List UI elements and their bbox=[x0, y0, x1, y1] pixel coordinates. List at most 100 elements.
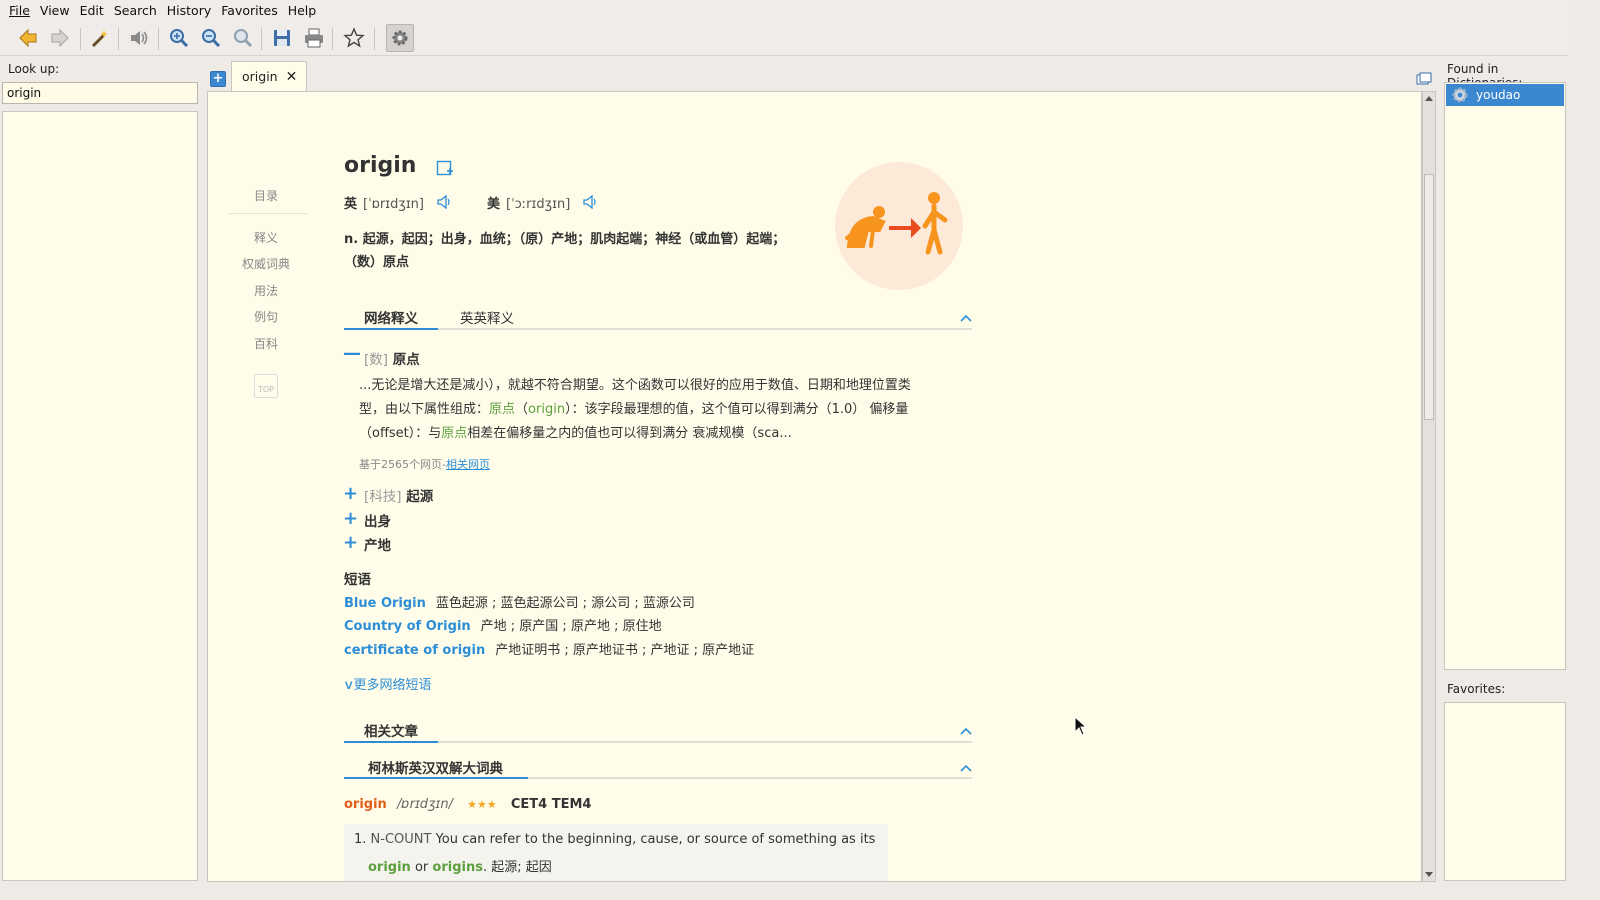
tab-web-definitions[interactable]: 网络释义 bbox=[364, 307, 418, 327]
article-scrollbar[interactable] bbox=[1422, 91, 1436, 882]
menu-search[interactable]: Search bbox=[109, 3, 162, 18]
nav-usage[interactable]: 用法 bbox=[236, 282, 296, 299]
word-list[interactable] bbox=[2, 111, 198, 881]
phrases-title: 短语 bbox=[344, 572, 371, 588]
back-to-top-button[interactable]: TOP bbox=[254, 374, 278, 398]
definition-line: origin or origins. 起源; 起因 bbox=[368, 856, 552, 875]
expand-icon[interactable]: + bbox=[343, 508, 358, 529]
add-wordbook-icon[interactable] bbox=[436, 159, 454, 177]
uk-phonetic: 英 [ˈɒrɪdʒɪn] bbox=[344, 193, 424, 212]
gear-icon bbox=[1452, 87, 1468, 103]
phrase-en-link[interactable]: Country of Origin bbox=[344, 619, 471, 634]
collapse-chevron-icon[interactable] bbox=[960, 314, 972, 322]
sense-tag: [数] bbox=[364, 352, 389, 368]
nav-definitions[interactable]: 释义 bbox=[236, 229, 296, 246]
menu-favorites[interactable]: Favorites bbox=[216, 3, 282, 18]
paragraph-line: ...无论是增大还是减小），就越不符合期望。这个函数可以很好的应用于数值、日期和… bbox=[359, 378, 911, 393]
tab-selected-indicator bbox=[344, 328, 438, 330]
save-icon bbox=[274, 30, 290, 46]
more-phrases-link[interactable]: ∨更多网络短语 bbox=[343, 674, 432, 693]
def-pos: N-COUNT bbox=[370, 832, 432, 847]
sense-item: [科技] 起源 bbox=[364, 485, 433, 505]
zoom-reset-button[interactable] bbox=[229, 24, 257, 52]
menu-edit[interactable]: Edit bbox=[75, 3, 109, 18]
paragraph-text: 型，由以下属性组成： bbox=[359, 402, 490, 417]
forward-button[interactable] bbox=[46, 24, 74, 52]
collapse-icon[interactable]: — bbox=[343, 343, 361, 364]
dictionary-list bbox=[1444, 82, 1566, 670]
back-icon bbox=[19, 28, 37, 48]
highlight-text: 原点 bbox=[441, 426, 468, 441]
section-indicator bbox=[344, 777, 528, 779]
sense-word: 起源 bbox=[406, 489, 434, 505]
toolbar-separator bbox=[374, 28, 375, 50]
dictionary-name: youdao bbox=[1476, 88, 1521, 102]
search-input[interactable] bbox=[2, 82, 198, 104]
favorite-button[interactable] bbox=[340, 24, 368, 52]
uk-speaker-icon[interactable] bbox=[436, 194, 452, 210]
back-button[interactable] bbox=[14, 24, 42, 52]
nav-authority-dict[interactable]: 权威词典 bbox=[236, 255, 296, 272]
menu-view[interactable]: View bbox=[35, 3, 75, 18]
toolbar-separator bbox=[158, 28, 159, 50]
pronounce-button[interactable] bbox=[125, 24, 153, 52]
paragraph-text: ）：该字段最理想的值，这个值可以得到满分（1.0） 偏移量 bbox=[565, 402, 909, 417]
save-button[interactable] bbox=[268, 24, 296, 52]
menu-history[interactable]: History bbox=[162, 3, 216, 18]
tab-underline bbox=[344, 328, 972, 330]
tab-english-definitions[interactable]: 英英释义 bbox=[460, 307, 514, 327]
menu-file[interactable]: File bbox=[4, 3, 35, 18]
phrase-zh: 产地证明书 ; 原产地证书 ; 产地证 ; 原产地证 bbox=[495, 643, 755, 658]
tabs-list-icon[interactable] bbox=[1416, 72, 1432, 86]
pronounce-icon bbox=[131, 31, 148, 45]
def-text: or bbox=[414, 860, 429, 875]
phrase-en-link[interactable]: certificate of origin bbox=[344, 643, 485, 658]
settings-gear-icon bbox=[392, 30, 408, 46]
us-speaker-icon[interactable] bbox=[582, 194, 598, 210]
paragraph-text: （ bbox=[515, 402, 529, 417]
scroll-down-arrow[interactable] bbox=[1425, 872, 1433, 877]
forward-icon bbox=[51, 28, 69, 48]
us-phonetic: 美 [ˈɔːrɪdʒɪn] bbox=[487, 193, 570, 212]
article-view: 目录 释义 权威词典 用法 例句 百科 TOP origin 英 [ˈɒrɪdʒɪ… bbox=[207, 91, 1422, 882]
nav-encyclopedia[interactable]: 百科 bbox=[236, 335, 296, 352]
definition-line: 1. N-COUNT You can refer to the beginnin… bbox=[354, 832, 875, 847]
zoom-out-button[interactable] bbox=[197, 24, 225, 52]
tab-origin[interactable]: origin ✕ bbox=[231, 61, 307, 91]
nav-contents[interactable]: 目录 bbox=[236, 187, 296, 204]
collapse-chevron-icon[interactable] bbox=[960, 727, 972, 735]
zoom-in-button[interactable] bbox=[165, 24, 193, 52]
phrase-row: certificate of origin 产地证明书 ; 原产地证书 ; 产地证… bbox=[344, 639, 754, 658]
section-indicator bbox=[344, 741, 438, 743]
favorites-list[interactable] bbox=[1444, 702, 1566, 881]
favorite-star-icon bbox=[343, 27, 365, 48]
related-pages-link[interactable]: 相关网页 bbox=[446, 458, 490, 471]
expand-icon[interactable]: + bbox=[343, 532, 358, 553]
word-illustration bbox=[835, 162, 963, 290]
mouse-cursor-icon bbox=[1074, 716, 1088, 736]
scroll-up-arrow[interactable] bbox=[1425, 96, 1433, 101]
scroll-thumb[interactable] bbox=[1424, 174, 1434, 420]
print-icon bbox=[305, 28, 323, 48]
more-phrases-label: 更多网络短语 bbox=[353, 678, 432, 693]
sense-item: [数] 原点 bbox=[364, 348, 420, 368]
menu-help[interactable]: Help bbox=[283, 3, 322, 18]
print-button[interactable] bbox=[300, 24, 328, 52]
phrase-row: Blue Origin 蓝色起源 ; 蓝色起源公司 ; 源公司 ; 蓝源公司 bbox=[344, 592, 695, 611]
expand-icon[interactable]: + bbox=[343, 483, 358, 504]
headword: origin bbox=[344, 153, 417, 178]
phrase-row: Country of Origin 产地 ; 原产国 ; 原产地 ; 原住地 bbox=[344, 615, 662, 634]
collapse-chevron-icon[interactable] bbox=[960, 764, 972, 772]
collins-title: 柯林斯英汉双解大词典 bbox=[368, 761, 503, 777]
phrase-en-link[interactable]: Blue Origin bbox=[344, 596, 426, 611]
nav-divider bbox=[228, 213, 308, 214]
settings-button[interactable] bbox=[386, 24, 414, 52]
nav-examples[interactable]: 例句 bbox=[236, 308, 296, 325]
new-tab-button[interactable]: + bbox=[210, 71, 226, 87]
scan-popup-button[interactable] bbox=[86, 24, 114, 52]
paragraph-text: 相差在偏移量之内的值也可以得到满分 衰减规模（sca... bbox=[467, 426, 792, 441]
dictionary-item-youdao[interactable]: youdao bbox=[1446, 84, 1564, 106]
top-label: TOP bbox=[257, 385, 274, 394]
menubar: File View Edit Search History Favorites … bbox=[0, 0, 1568, 20]
close-icon[interactable]: ✕ bbox=[286, 69, 298, 85]
